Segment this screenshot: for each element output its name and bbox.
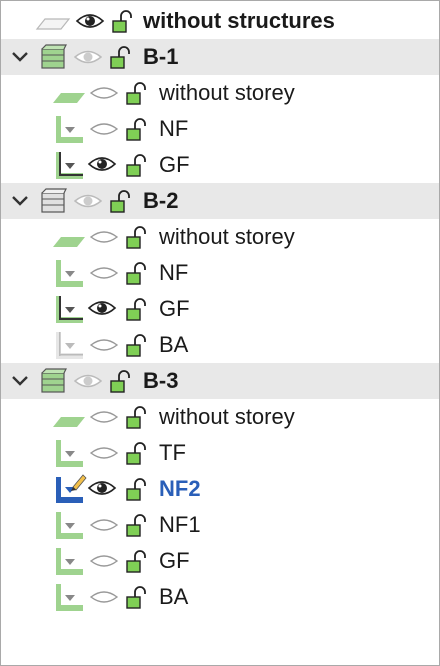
eye-icon[interactable] bbox=[75, 10, 105, 32]
storey-label: without storey bbox=[159, 404, 295, 429]
unlocked-padlock-icon[interactable] bbox=[109, 188, 133, 214]
tree-row-storey[interactable]: GF bbox=[1, 291, 439, 327]
eye-icon[interactable] bbox=[73, 371, 103, 391]
storey-label: BA bbox=[159, 584, 189, 609]
tree-row-building-b2[interactable]: B-2 bbox=[1, 183, 439, 219]
unlocked-padlock-icon[interactable] bbox=[125, 296, 149, 322]
eye-hidden-icon[interactable] bbox=[89, 119, 119, 139]
tree-row-storey[interactable]: without storey bbox=[1, 75, 439, 111]
tree-row-storey[interactable]: GF bbox=[1, 543, 439, 579]
unlocked-padlock-icon[interactable] bbox=[109, 44, 133, 70]
storey-label: NF bbox=[159, 260, 189, 285]
chevron-down-icon[interactable] bbox=[10, 372, 30, 390]
no-storey-icon bbox=[53, 417, 85, 427]
eye-icon[interactable] bbox=[87, 153, 117, 175]
unlocked-padlock-icon[interactable] bbox=[111, 8, 135, 34]
unlocked-padlock-icon[interactable] bbox=[125, 476, 149, 502]
tree-row-without-structures[interactable]: without structures bbox=[1, 3, 439, 39]
eye-hidden-icon[interactable] bbox=[89, 515, 119, 535]
no-storey-icon bbox=[53, 237, 85, 247]
storey-label: TF bbox=[159, 440, 186, 465]
building-icon bbox=[41, 44, 67, 69]
storey-icon bbox=[56, 440, 83, 467]
eye-icon[interactable] bbox=[73, 191, 103, 211]
storey-icon bbox=[56, 512, 83, 539]
tree-row-storey[interactable]: BA bbox=[1, 579, 439, 615]
building-label: B-3 bbox=[143, 368, 179, 393]
tree-row-storey[interactable]: NF1 bbox=[1, 507, 439, 543]
unlocked-padlock-icon[interactable] bbox=[125, 548, 149, 574]
pencil-icon bbox=[71, 474, 87, 491]
storey-icon bbox=[56, 116, 83, 143]
unlocked-padlock-icon[interactable] bbox=[125, 404, 149, 430]
unlocked-padlock-icon[interactable] bbox=[125, 584, 149, 610]
building-icon bbox=[41, 368, 67, 393]
eye-icon[interactable] bbox=[87, 297, 117, 319]
storey-label: GF bbox=[159, 152, 190, 177]
storey-label: without storey bbox=[159, 80, 295, 105]
eye-icon[interactable] bbox=[73, 47, 103, 67]
tree-label: without structures bbox=[143, 8, 335, 33]
storey-label: GF bbox=[159, 548, 190, 573]
unlocked-padlock-icon[interactable] bbox=[125, 224, 149, 250]
storey-icon bbox=[56, 152, 83, 179]
tree-row-storey[interactable]: NF bbox=[1, 111, 439, 147]
tree-row-storey[interactable]: NF bbox=[1, 255, 439, 291]
no-storey-icon bbox=[53, 93, 85, 103]
eye-hidden-icon[interactable] bbox=[89, 587, 119, 607]
storey-label: NF1 bbox=[159, 512, 201, 537]
chevron-down-icon[interactable] bbox=[10, 48, 30, 66]
eye-hidden-icon[interactable] bbox=[89, 335, 119, 355]
unlocked-padlock-icon[interactable] bbox=[125, 440, 149, 466]
tree-row-building-b3[interactable]: B-3 bbox=[1, 363, 439, 399]
tree-row-storey[interactable]: TF bbox=[1, 435, 439, 471]
active-storey-icon bbox=[56, 474, 87, 503]
no-structure-icon bbox=[35, 18, 71, 30]
eye-hidden-icon[interactable] bbox=[89, 263, 119, 283]
building-label: B-2 bbox=[143, 188, 179, 213]
storey-icon bbox=[56, 296, 83, 323]
storey-icon bbox=[56, 548, 83, 575]
building-label: B-1 bbox=[143, 44, 179, 69]
unlocked-padlock-icon[interactable] bbox=[125, 152, 149, 178]
chevron-down-icon[interactable] bbox=[10, 192, 30, 210]
unlocked-padlock-icon[interactable] bbox=[109, 368, 133, 394]
tree-row-storey[interactable]: without storey bbox=[1, 219, 439, 255]
tree-row-storey[interactable]: without storey bbox=[1, 399, 439, 435]
eye-hidden-icon[interactable] bbox=[89, 443, 119, 463]
tree-row-building-b1[interactable]: B-1 bbox=[1, 39, 439, 75]
unlocked-padlock-icon[interactable] bbox=[125, 512, 149, 538]
structure-tree-panel: without structures B-1 without storey NF bbox=[0, 0, 440, 666]
storey-label: without storey bbox=[159, 224, 295, 249]
eye-hidden-icon[interactable] bbox=[89, 83, 119, 103]
eye-hidden-icon[interactable] bbox=[89, 407, 119, 427]
storey-label: GF bbox=[159, 296, 190, 321]
eye-icon[interactable] bbox=[87, 477, 117, 499]
eye-hidden-icon[interactable] bbox=[89, 551, 119, 571]
storey-label-active: NF2 bbox=[159, 476, 201, 501]
building-icon bbox=[41, 188, 67, 213]
unlocked-padlock-icon[interactable] bbox=[125, 260, 149, 286]
tree-row-storey-active[interactable]: NF2 bbox=[1, 471, 439, 507]
tree-row-storey[interactable]: GF bbox=[1, 147, 439, 183]
storey-label: NF bbox=[159, 116, 189, 141]
tree-row-storey[interactable]: BA bbox=[1, 327, 439, 363]
unlocked-padlock-icon[interactable] bbox=[125, 116, 149, 142]
unlocked-padlock-icon[interactable] bbox=[125, 332, 149, 358]
storey-label: BA bbox=[159, 332, 189, 357]
storey-icon bbox=[56, 332, 83, 359]
unlocked-padlock-icon[interactable] bbox=[125, 80, 149, 106]
storey-icon bbox=[56, 584, 83, 611]
storey-icon bbox=[56, 260, 83, 287]
eye-hidden-icon[interactable] bbox=[89, 227, 119, 247]
